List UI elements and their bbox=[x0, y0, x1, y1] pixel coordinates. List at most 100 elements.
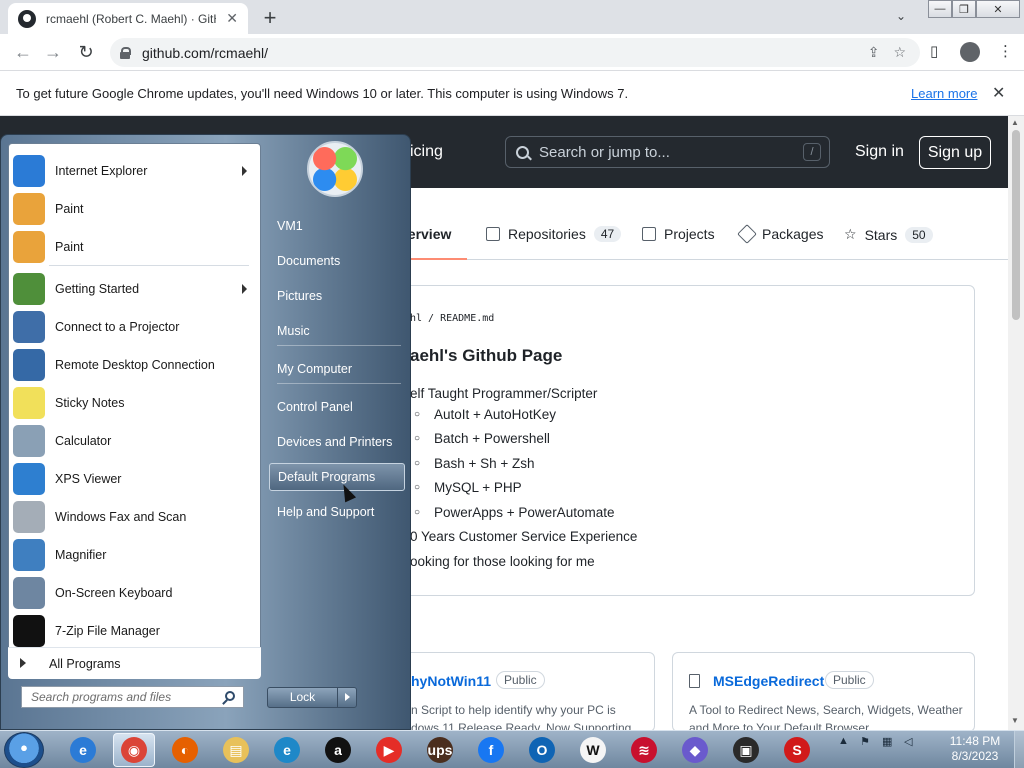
start-program-item[interactable]: Calculator bbox=[13, 423, 257, 459]
start-program-item[interactable]: XPS Viewer bbox=[13, 461, 257, 497]
sign-up-button[interactable]: Sign up bbox=[919, 136, 991, 169]
taskbar-firefox-button[interactable]: ◐ bbox=[164, 733, 206, 767]
lock-icon[interactable] bbox=[120, 46, 131, 59]
start-button-icon[interactable] bbox=[4, 732, 44, 768]
show-desktop-button[interactable] bbox=[1014, 731, 1024, 768]
profile-avatar-icon[interactable] bbox=[960, 42, 980, 62]
readme-heading: aehl's Github Page bbox=[410, 346, 563, 365]
start-program-item[interactable]: Remote Desktop Connection bbox=[13, 347, 257, 383]
window-close-button[interactable]: ✕ bbox=[976, 0, 1020, 18]
network-icon[interactable]: ▦ bbox=[882, 735, 895, 748]
start-program-item[interactable]: Connect to a Projector bbox=[13, 309, 257, 345]
restore-button[interactable]: ❐ bbox=[952, 0, 976, 18]
menu-separator bbox=[49, 265, 249, 266]
bookmark-star-icon[interactable]: ☆ bbox=[893, 44, 906, 61]
share-icon[interactable]: ⇪ bbox=[868, 44, 880, 61]
start-link-vm1[interactable]: VM1 bbox=[269, 212, 405, 240]
projector-icon bbox=[13, 311, 45, 343]
start-link-label: Devices and Printers bbox=[277, 435, 393, 449]
scroll-up-icon[interactable]: ▲ bbox=[1011, 118, 1019, 127]
readme-path[interactable]: hl / README.md bbox=[410, 313, 494, 324]
taskbar-ups-button[interactable]: ups bbox=[419, 733, 461, 767]
taskbar-outlook-button[interactable]: O bbox=[521, 733, 563, 767]
scroll-down-icon[interactable]: ▼ bbox=[1011, 716, 1019, 725]
tab-stars[interactable]: ☆ Stars 50 bbox=[844, 226, 933, 243]
start-link-music[interactable]: Music bbox=[269, 317, 405, 345]
start-link-control-panel[interactable]: Control Panel bbox=[269, 393, 405, 421]
readme-bullet: Batch + Powershell bbox=[414, 431, 550, 446]
start-search-icon bbox=[225, 691, 235, 701]
start-program-label: Getting Started bbox=[55, 282, 140, 296]
start-program-item[interactable]: On-Screen Keyboard bbox=[13, 575, 257, 611]
browser-tab-github[interactable]: rcmaehl (Robert C. Maehl) · GitH ✕ bbox=[8, 3, 248, 34]
clock-time: 11:48 PM bbox=[949, 734, 1001, 748]
chrome-menu-icon[interactable]: ⋮ bbox=[998, 42, 1013, 60]
start-search-input[interactable]: Search programs and files bbox=[21, 686, 244, 708]
keyboard-icon bbox=[13, 577, 45, 609]
github-search-input[interactable]: Search or jump to... / bbox=[505, 136, 830, 168]
start-program-item[interactable]: Paint bbox=[13, 229, 257, 265]
address-bar[interactable]: github.com/rcmaehl/ ⇪ ☆ bbox=[110, 38, 920, 67]
start-program-item[interactable]: Windows Fax and Scan bbox=[13, 499, 257, 535]
action-center-icon[interactable]: ⚑ bbox=[860, 735, 873, 748]
back-button[interactable]: ← bbox=[12, 42, 34, 63]
taskbar-s-app-button[interactable]: S bbox=[776, 733, 818, 767]
shutdown-options-arrow-icon[interactable] bbox=[338, 688, 356, 707]
tab-packages[interactable]: Packages bbox=[737, 224, 823, 244]
submenu-arrow-icon bbox=[242, 166, 247, 176]
star-icon: ☆ bbox=[844, 226, 857, 242]
tab-close-icon[interactable]: ✕ bbox=[226, 10, 238, 27]
tab-search-button[interactable]: ⌄ bbox=[896, 9, 906, 23]
start-program-item[interactable]: 7-Zip File Manager bbox=[13, 613, 257, 649]
taskbar-wikipedia-button[interactable]: W bbox=[572, 733, 614, 767]
forward-button[interactable]: → bbox=[42, 42, 64, 63]
url-text[interactable]: github.com/rcmaehl/ bbox=[142, 45, 268, 61]
learn-more-link[interactable]: Learn more bbox=[911, 86, 977, 101]
show-hidden-icons-icon[interactable]: ▲ bbox=[838, 735, 851, 748]
taskbar-store-button[interactable]: ▣ bbox=[725, 733, 767, 767]
all-programs-button[interactable]: All Programs bbox=[8, 647, 261, 679]
reload-button[interactable]: ↻ bbox=[75, 42, 97, 63]
minimize-button[interactable]: — bbox=[928, 0, 952, 18]
volume-muted-icon[interactable]: ◁ bbox=[904, 735, 917, 748]
taskbar-app-button[interactable]: ◆ bbox=[674, 733, 716, 767]
taskbar-bank-of-america-button[interactable]: ≋ bbox=[623, 733, 665, 767]
tab-label: Stars bbox=[864, 226, 898, 243]
repo-name-link[interactable]: MSEdgeRedirect bbox=[713, 673, 824, 689]
start-program-item[interactable]: Sticky Notes bbox=[13, 385, 257, 421]
lock-button[interactable]: Lock bbox=[267, 687, 357, 708]
tab-projects[interactable]: Projects bbox=[642, 226, 715, 242]
taskbar-chrome-button[interactable]: ◉ bbox=[113, 733, 155, 767]
start-link-devices-and-printers[interactable]: Devices and Printers bbox=[269, 428, 405, 456]
header-pricing-link[interactable]: icing bbox=[410, 143, 443, 161]
taskbar-edge-button[interactable]: e bbox=[266, 733, 308, 767]
start-program-item[interactable]: Getting Started bbox=[13, 271, 257, 307]
tab-repositories[interactable]: Repositories 47 bbox=[486, 226, 622, 242]
taskbar-youtube-button[interactable]: ▶ bbox=[368, 733, 410, 767]
page-scrollbar[interactable]: ▲ ▼ bbox=[1008, 116, 1024, 730]
taskbar-clock[interactable]: 11:48 PM 8/3/2023 bbox=[940, 734, 1010, 764]
start-link-documents[interactable]: Documents bbox=[269, 247, 405, 275]
start-link-pictures[interactable]: Pictures bbox=[269, 282, 405, 310]
7zip-icon bbox=[13, 615, 45, 647]
infobar-close-icon[interactable]: ✕ bbox=[992, 83, 1005, 103]
new-tab-button[interactable]: + bbox=[258, 5, 282, 31]
user-picture-icon[interactable] bbox=[307, 141, 363, 197]
scrollbar-thumb[interactable] bbox=[1012, 130, 1020, 320]
start-program-label: Windows Fax and Scan bbox=[55, 510, 187, 524]
menu-separator bbox=[277, 383, 401, 384]
start-program-label: Paint bbox=[55, 202, 84, 216]
start-link-help-and-support[interactable]: Help and Support bbox=[269, 498, 405, 526]
start-search-placeholder: Search programs and files bbox=[31, 690, 172, 704]
start-program-item[interactable]: Magnifier bbox=[13, 537, 257, 573]
start-program-item[interactable]: Paint bbox=[13, 191, 257, 227]
repo-name-link[interactable]: hyNotWin11 bbox=[411, 673, 491, 689]
taskbar-facebook-button[interactable]: f bbox=[470, 733, 512, 767]
side-panel-icon[interactable]: ▯ bbox=[930, 42, 938, 60]
taskbar-internet-explorer-button[interactable]: e bbox=[62, 733, 104, 767]
start-link-my-computer[interactable]: My Computer bbox=[269, 355, 405, 383]
start-program-item[interactable]: Internet Explorer bbox=[13, 153, 257, 189]
sign-in-link[interactable]: Sign in bbox=[855, 143, 904, 161]
taskbar-amazon-button[interactable]: a bbox=[317, 733, 359, 767]
taskbar-file-explorer-button[interactable]: ▤ bbox=[215, 733, 257, 767]
